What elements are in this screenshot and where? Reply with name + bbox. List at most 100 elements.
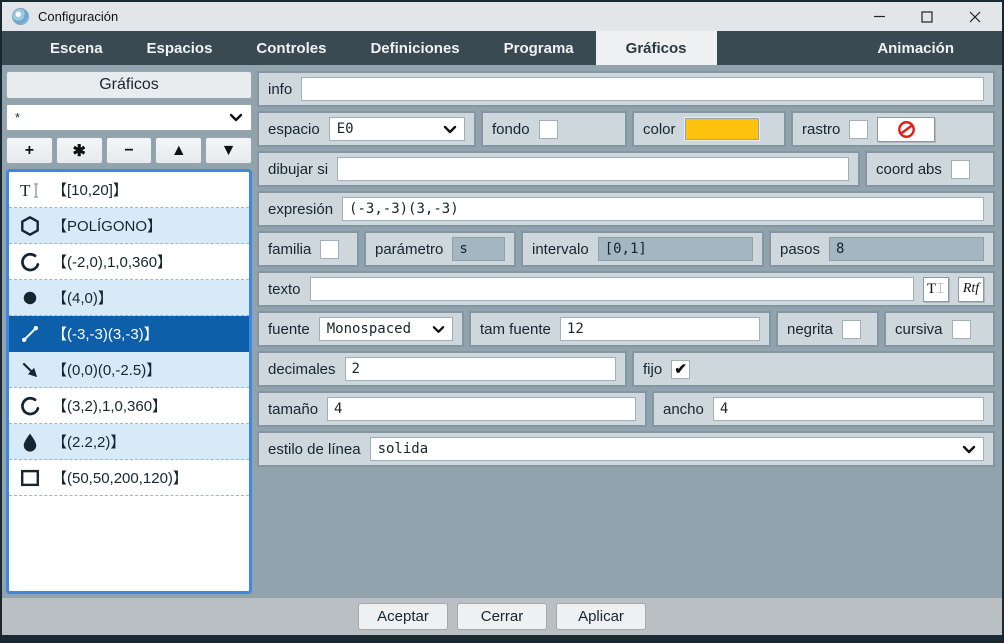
minimize-button[interactable] [862,4,896,29]
list-item[interactable]: 【(50,50,200,120)】 [9,460,249,496]
clear-trace-button[interactable] [877,117,935,142]
tam-fuente-label: tam fuente [480,321,551,338]
maximize-icon [921,11,933,23]
fijo-group: fijo ✔ [632,351,995,387]
fijo-checkbox[interactable]: ✔ [671,360,690,379]
list-item[interactable]: 【POLÍGONO】 [9,208,249,244]
dibujar-si-label: dibujar si [268,161,328,178]
maximize-button[interactable] [910,4,944,29]
graphic-properties-form: info espacio E0 fondo [257,71,995,467]
rectangle-icon [18,466,42,490]
ancho-input[interactable]: 4 [713,397,984,421]
fijo-label: fijo [643,361,662,378]
color-group: color [632,111,786,147]
app-logo-icon [12,8,29,25]
aceptar-button[interactable]: Aceptar [358,603,448,630]
tamano-group: tamaño 4 [257,391,647,427]
expresion-input[interactable]: (-3,-3)(3,-3) [342,197,984,221]
familia-checkbox[interactable] [320,240,339,259]
decimales-group: decimales 2 [257,351,627,387]
tab-animacion[interactable]: Animación [855,31,976,65]
content-area: Gráficos * + ✱ − ▲ ▼ T 【[10,20] [2,65,1002,598]
tam-fuente-input[interactable]: 12 [560,317,760,341]
close-icon [969,11,981,23]
list-item[interactable]: 【(4,0)】 [9,280,249,316]
parametro-input: s [452,237,505,261]
rastro-checkbox[interactable] [849,120,868,139]
cursiva-checkbox[interactable] [952,320,971,339]
move-down-button[interactable]: ▼ [205,137,252,164]
coord-abs-checkbox[interactable] [951,160,970,179]
decimales-input[interactable]: 2 [345,357,616,381]
list-item[interactable]: 【(2.2,2)】 [9,424,249,460]
arrow-icon [18,358,42,382]
graphics-list: T 【[10,20]】 【POLÍGONO】 【(-2,0),1,0,360】 [6,169,252,594]
fondo-label: fondo [492,121,530,138]
no-symbol-icon [897,120,916,139]
list-item-label: 【(2.2,2)】 [52,431,125,452]
remove-graphic-button[interactable]: − [106,137,153,164]
tab-graficos[interactable]: Gráficos [596,31,717,65]
tam-fuente-group: tam fuente 12 [469,311,771,347]
close-button[interactable] [958,4,992,29]
tamano-input[interactable]: 4 [327,397,636,421]
rastro-group: rastro [791,111,995,147]
fondo-group: fondo [481,111,627,147]
add-graphic-button[interactable]: + [6,137,53,164]
arc-icon [18,394,42,418]
list-item[interactable]: 【(3,2),1,0,360】 [9,388,249,424]
tamano-label: tamaño [268,401,318,418]
list-item-selected[interactable]: 【(-3,-3)(3,-3)】 [9,316,249,352]
duplicate-graphic-button[interactable]: ✱ [56,137,103,164]
svg-text:T: T [20,181,31,200]
ancho-label: ancho [663,401,704,418]
parametro-group: parámetro s [364,231,516,267]
dibujar-si-input[interactable] [337,157,849,181]
pasos-label: pasos [780,241,820,258]
info-input[interactable] [301,77,984,101]
fondo-checkbox[interactable] [539,120,558,139]
tab-escena[interactable]: Escena [28,31,125,65]
rtf-icon: Rtf [963,281,979,297]
rtf-text-button[interactable]: Rtf [958,277,984,302]
arc-icon [18,250,42,274]
color-swatch-button[interactable] [685,118,759,140]
text-icon: T [18,178,42,202]
move-up-button[interactable]: ▲ [155,137,202,164]
info-group: info [257,71,995,107]
graphics-toolbar: + ✱ − ▲ ▼ [6,137,252,164]
configuration-window: Configuración Escena Espacios Controles … [0,0,1004,643]
pasos-group: pasos 8 [769,231,995,267]
chevron-down-icon [432,325,445,334]
segment-icon [18,322,42,346]
list-item-label: 【(4,0)】 [52,287,113,308]
info-label: info [268,81,292,98]
list-item[interactable]: T 【[10,20]】 [9,172,249,208]
polygon-icon [18,214,42,238]
fuente-select[interactable]: Monospaced [319,317,453,341]
list-item[interactable]: 【(-2,0),1,0,360】 [9,244,249,280]
tab-programa[interactable]: Programa [482,31,596,65]
negrita-label: negrita [787,321,833,338]
color-label: color [643,121,676,138]
tab-espacios[interactable]: Espacios [125,31,235,65]
tab-controles[interactable]: Controles [234,31,348,65]
plain-text-button[interactable]: T⌶ [923,277,949,302]
aplicar-button[interactable]: Aplicar [556,603,646,630]
cerrar-button[interactable]: Cerrar [457,603,547,630]
pasos-input: 8 [829,237,984,261]
negrita-checkbox[interactable] [842,320,861,339]
texto-input[interactable] [310,277,914,301]
estilo-linea-label: estilo de línea [268,441,361,458]
graphics-filter-select[interactable]: * [6,104,252,131]
list-item-label: 【(50,50,200,120)】 [52,467,188,488]
graphics-filter-value: * [15,110,20,125]
list-item[interactable]: 【(0,0)(0,-2.5)】 [9,352,249,388]
tab-bar: Escena Espacios Controles Definiciones P… [2,31,1002,65]
fuente-group: fuente Monospaced [257,311,464,347]
tab-definiciones[interactable]: Definiciones [348,31,481,65]
espacio-group: espacio E0 [257,111,476,147]
espacio-select[interactable]: E0 [329,117,465,141]
intervalo-group: intervalo [0,1] [521,231,764,267]
estilo-linea-select[interactable]: solida [370,437,984,461]
